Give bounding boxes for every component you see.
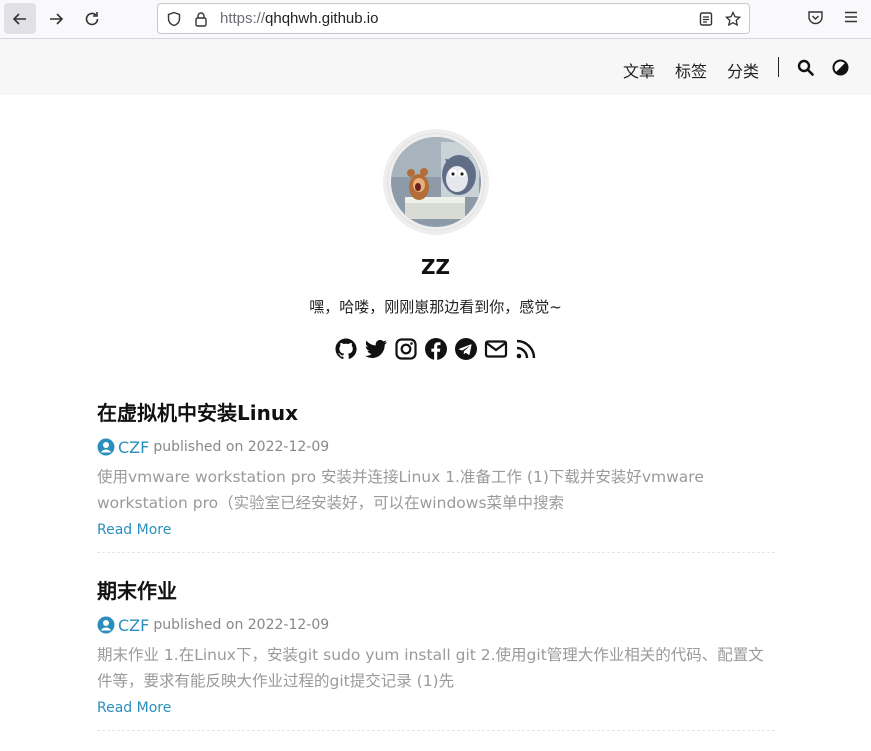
read-more-link[interactable]: Read More: [97, 522, 171, 538]
reload-icon: [85, 11, 99, 25]
post-title[interactable]: 在虚拟机中安装Linux: [97, 398, 775, 428]
facebook-icon[interactable]: [424, 337, 448, 361]
url-protocol: https://: [220, 10, 266, 27]
social-links: [334, 337, 538, 361]
shield-icon: [167, 11, 181, 27]
post-date: published on 2022-12-09: [153, 439, 330, 455]
user-circle-icon: [97, 438, 115, 456]
arrow-left-icon: [12, 12, 26, 25]
post-date: published on 2022-12-09: [153, 617, 330, 633]
post-author[interactable]: CZF: [118, 616, 149, 635]
theme-toggle-icon[interactable]: [832, 59, 849, 76]
avatar-frame: [383, 129, 489, 235]
nav-articles[interactable]: 文章: [623, 58, 655, 82]
post-summary: 使用vmware workstation pro 安装并连接Linux 1.准备…: [97, 468, 704, 512]
post-author[interactable]: CZF: [118, 438, 149, 457]
back-button[interactable]: [4, 3, 36, 34]
github-icon[interactable]: [334, 337, 358, 361]
avatar-cartoon-image: [391, 137, 481, 227]
instagram-icon[interactable]: [394, 337, 418, 361]
search-icon[interactable]: [797, 59, 814, 76]
pocket-icon: [808, 11, 823, 25]
rss-icon[interactable]: [514, 337, 538, 361]
post-meta: CZF published on 2022-12-09: [97, 614, 775, 636]
nav-divider: [778, 57, 779, 77]
profile-bio: 嘿，哈喽，刚刚崽那边看到你，感觉~: [309, 298, 562, 316]
post-meta: CZF published on 2022-12-09: [97, 436, 775, 458]
post-title[interactable]: 期末作业: [97, 576, 775, 606]
reader-view-icon: [699, 12, 713, 26]
url-bar[interactable]: https://qhqhwh.github.io: [157, 3, 750, 34]
url-host: qhqhwh.github.io: [265, 10, 379, 27]
post-summary: 期末作业 1.在Linux下，安装git sudo yum install gi…: [97, 646, 764, 690]
post-card: 在虚拟机中安装Linux CZF published on 2022-12-09…: [97, 398, 775, 553]
profile-name: ZZ: [420, 255, 450, 279]
avatar: [391, 137, 481, 227]
browser-toolbar: https://qhqhwh.github.io: [0, 0, 871, 39]
nav-categories[interactable]: 分类: [727, 58, 759, 82]
site-header: 文章 标签 分类: [0, 39, 871, 95]
user-circle-icon: [97, 616, 115, 634]
bookmark-star-icon: [725, 11, 741, 27]
read-more-link[interactable]: Read More: [97, 700, 171, 716]
post-card: 期末作业 CZF published on 2022-12-09 期末作业 1.…: [97, 576, 775, 731]
forward-button[interactable]: [40, 3, 72, 34]
nav-tags[interactable]: 标签: [675, 58, 707, 82]
arrow-right-icon: [50, 12, 64, 25]
mail-icon[interactable]: [484, 337, 508, 361]
telegram-icon[interactable]: [454, 337, 478, 361]
menu-icon: [845, 11, 857, 23]
url-text: https://qhqhwh.github.io: [220, 10, 378, 27]
lock-icon: [195, 12, 207, 27]
reload-button[interactable]: [76, 3, 108, 34]
twitter-icon[interactable]: [364, 337, 388, 361]
